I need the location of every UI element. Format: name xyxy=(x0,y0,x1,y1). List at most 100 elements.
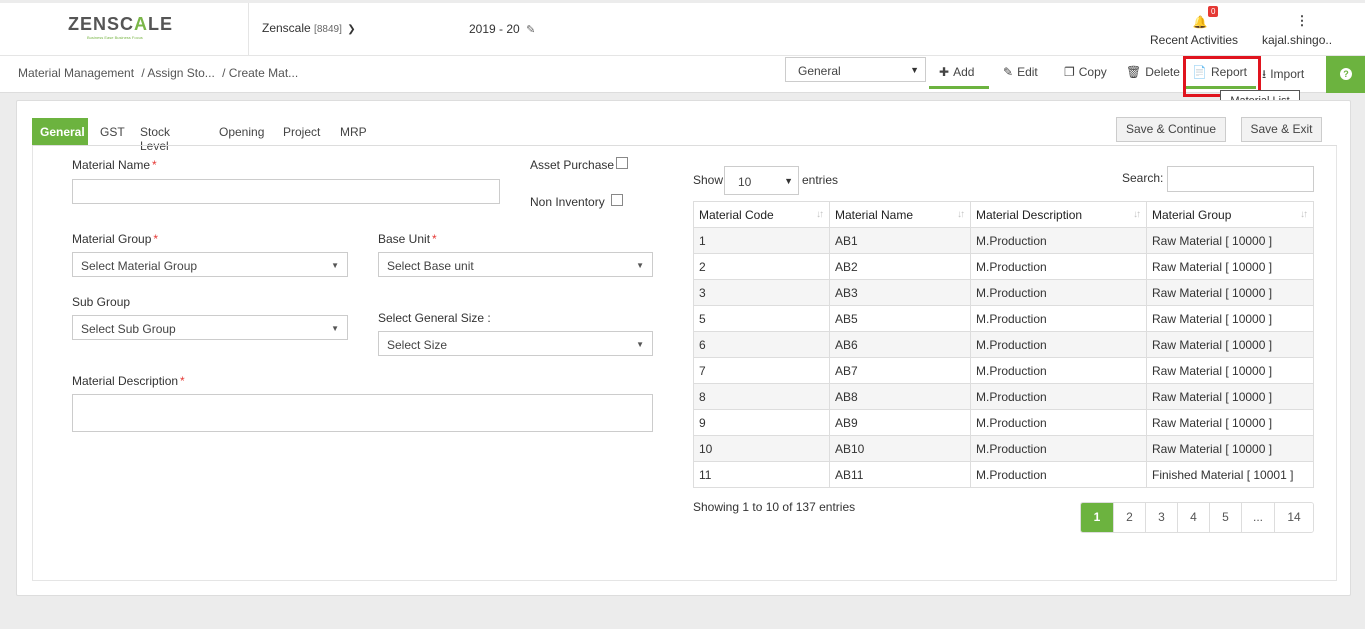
table-cell: 10 xyxy=(693,435,830,462)
tab-general[interactable]: General xyxy=(32,118,88,145)
pagination: 1 2 3 4 5... 14 xyxy=(1080,502,1314,533)
page-button[interactable]: 14 xyxy=(1275,503,1313,532)
tab-mrp[interactable]: MRP xyxy=(340,118,367,145)
save-exit-button[interactable]: Save & Exit xyxy=(1241,117,1322,142)
add-button[interactable]: ✚ Add xyxy=(929,56,989,89)
page-button[interactable]: 2 xyxy=(1114,503,1146,532)
logo-tagline: Business Ease Business Focus xyxy=(87,35,143,40)
user-menu[interactable]: ⋮ kajal.shingo.. xyxy=(1262,12,1342,47)
table-cell: M.Production xyxy=(970,331,1147,358)
table-row[interactable]: 1 AB1 M.Production Raw Material [ 10000 ] xyxy=(693,227,1314,254)
table-row[interactable]: 9 AB9 M.Production Raw Material [ 10000 ] xyxy=(693,409,1314,436)
tab-project[interactable]: Project xyxy=(283,118,320,145)
copy-button[interactable]: ❐ Copy xyxy=(1064,56,1107,89)
table-cell: Raw Material [ 10000 ] xyxy=(1146,279,1314,306)
sub-group-label: Sub Group xyxy=(72,295,131,309)
save-continue-button[interactable]: Save & Continue xyxy=(1116,117,1226,142)
edit-button[interactable]: ✎ Edit xyxy=(1003,56,1038,89)
view-select[interactable]: General ▼ xyxy=(785,57,926,82)
material-group-select[interactable]: Select Material Group ▼ xyxy=(72,252,348,277)
table-cell: 1 xyxy=(693,227,830,254)
col-material-description[interactable]: Material Description ↓↑ xyxy=(970,201,1147,228)
help-button[interactable]: ? xyxy=(1326,56,1365,93)
zenscale-logo[interactable]: ZENSCALE Business Ease Business Focus xyxy=(68,15,180,45)
file-icon: 📄 xyxy=(1192,65,1207,79)
add-label: Add xyxy=(953,65,975,79)
col-material-code[interactable]: Material Code ↓↑ xyxy=(693,201,830,228)
table-cell: M.Production xyxy=(970,409,1147,436)
table-cell: M.Production xyxy=(970,279,1147,306)
table-cell: AB11 xyxy=(829,461,971,488)
table-row[interactable]: 7 AB7 M.Production Raw Material [ 10000 ] xyxy=(693,357,1314,384)
report-button[interactable]: 📄 Report xyxy=(1186,56,1256,89)
table-cell: Raw Material [ 10000 ] xyxy=(1146,227,1314,254)
edit-icon: ✎ xyxy=(526,24,536,36)
breadcrumb: Material Management / Assign Sto... / Cr… xyxy=(18,66,302,80)
chevron-down-icon: ❯ xyxy=(347,24,356,35)
table-cell: Finished Material [ 10001 ] xyxy=(1146,461,1314,488)
search-input[interactable] xyxy=(1167,166,1314,192)
search-label: Search: xyxy=(1122,171,1164,185)
table-cell: 7 xyxy=(693,357,830,384)
import-button[interactable]: ⭳ Import xyxy=(1262,56,1304,89)
table-cell: M.Production xyxy=(970,435,1147,462)
page-length-select[interactable]: 10 ▼ xyxy=(724,166,799,195)
asset-purchase-checkbox[interactable] xyxy=(616,157,628,169)
table-cell: 9 xyxy=(693,409,830,436)
company-selector[interactable]: Zenscale [8849] ❯ xyxy=(262,21,356,35)
tab-gst[interactable]: GST xyxy=(100,118,125,145)
table-row[interactable]: 5 AB5 M.Production Raw Material [ 10000 ] xyxy=(693,305,1314,332)
table-row[interactable]: 8 AB8 M.Production Raw Material [ 10000 ] xyxy=(693,383,1314,410)
sort-icon: ↓↑ xyxy=(957,209,965,220)
base-unit-select[interactable]: Select Base unit ▼ xyxy=(378,252,653,277)
material-name-label: Material Name * xyxy=(72,158,157,172)
caret-down-icon: ▼ xyxy=(784,176,793,186)
view-select-value: General xyxy=(798,64,841,78)
material-name-input[interactable] xyxy=(72,179,500,204)
page-button[interactable]: 1 xyxy=(1081,503,1114,532)
page-button[interactable]: 5 xyxy=(1210,503,1242,532)
table-cell: 5 xyxy=(693,305,830,332)
material-group-label: Material Group * xyxy=(72,232,159,246)
page-button[interactable]: 4 xyxy=(1178,503,1210,532)
trash-icon: 🗑 xyxy=(1126,65,1142,79)
table-row[interactable]: 2 AB2 M.Production Raw Material [ 10000 ] xyxy=(693,253,1314,280)
company-code: [8849] xyxy=(314,24,342,35)
page-button[interactable]: 3 xyxy=(1146,503,1178,532)
col-material-name[interactable]: Material Name ↓↑ xyxy=(829,201,971,228)
table-row[interactable]: 3 AB3 M.Production Raw Material [ 10000 ] xyxy=(693,279,1314,306)
table-cell: Raw Material [ 10000 ] xyxy=(1146,383,1314,410)
non-inventory-checkbox[interactable] xyxy=(611,194,623,206)
table-row[interactable]: 6 AB6 M.Production Raw Material [ 10000 ] xyxy=(693,331,1314,358)
non-inventory-label: Non Inventory xyxy=(530,195,605,209)
table-info: Showing 1 to 10 of 137 entries xyxy=(693,500,856,514)
caret-down-icon: ▼ xyxy=(331,324,339,333)
table-row[interactable]: 11 AB11 M.Production Finished Material [ 10… xyxy=(693,461,1314,488)
top-header: ZENSCALE Business Ease Business Focus Ze… xyxy=(0,3,1365,56)
table-cell: 11 xyxy=(693,461,830,488)
delete-button[interactable]: 🗑 Delete xyxy=(1126,56,1180,89)
table-row[interactable]: 10 AB10 M.Production Raw Material [ 10000 ] xyxy=(693,435,1314,462)
notification-badge: 0 xyxy=(1208,6,1219,17)
table-cell: Raw Material [ 10000 ] xyxy=(1146,331,1314,358)
tab-opening[interactable]: Opening xyxy=(219,118,264,145)
copy-label: Copy xyxy=(1078,65,1107,79)
material-description-input[interactable] xyxy=(72,394,653,432)
breadcrumb-root[interactable]: Material Management xyxy=(18,66,134,80)
recent-activities-button[interactable]: 🔔 0 Recent Activities xyxy=(1150,6,1250,47)
table-cell: Raw Material [ 10000 ] xyxy=(1146,305,1314,332)
base-unit-placeholder: Select Base unit xyxy=(387,259,474,273)
financial-year-selector[interactable]: 2019 - 20 ✎ xyxy=(469,22,535,36)
col-material-group[interactable]: Material Group ↓↑ xyxy=(1146,201,1314,228)
general-size-select[interactable]: Select Size ▼ xyxy=(378,331,653,356)
table-cell: Raw Material [ 10000 ] xyxy=(1146,357,1314,384)
sort-icon: ↓↑ xyxy=(1133,209,1141,220)
sub-group-select[interactable]: Select Sub Group ▼ xyxy=(72,315,348,340)
caret-down-icon: ▼ xyxy=(636,261,644,270)
table-cell: AB3 xyxy=(829,279,971,306)
table-cell: M.Production xyxy=(970,383,1147,410)
company-name: Zenscale xyxy=(262,21,311,35)
breadcrumb-mid[interactable]: / Assign Sto... xyxy=(141,66,214,80)
tab-stock-level[interactable]: Stock Level xyxy=(140,118,170,153)
plus-icon: ✚ xyxy=(939,65,950,79)
